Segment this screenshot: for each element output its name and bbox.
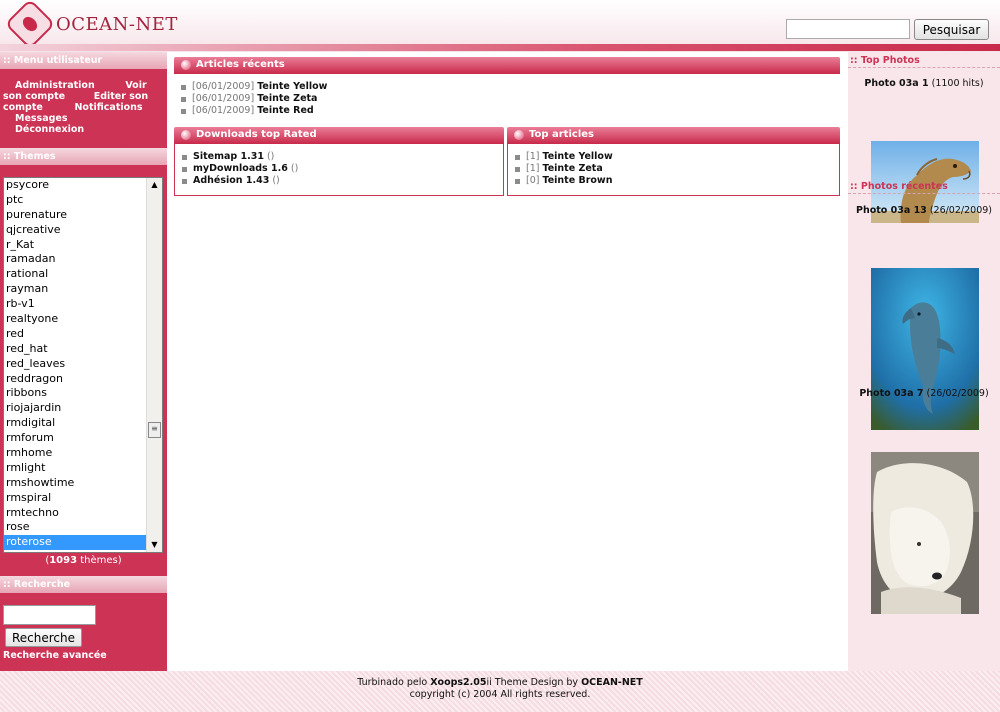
theme-scrollbar[interactable]: ▲ ≡ ▼ <box>146 178 162 552</box>
menu-voir-compte-part1[interactable]: Voir <box>125 80 146 91</box>
theme-option[interactable]: qjcreative <box>4 223 148 238</box>
list-item[interactable]: [1] Teinte Zeta <box>514 163 613 175</box>
list-item[interactable]: Adhésion 1.43 () <box>181 175 298 187</box>
theme-option[interactable]: rb-v1 <box>4 297 148 312</box>
recent-photos-title: :: Photos récentes <box>848 181 1000 194</box>
list-item[interactable]: [06/01/2009] Teinte Yellow <box>180 81 327 93</box>
bullet-icon <box>514 130 524 140</box>
theme-select[interactable]: psycore ptc purenature qjcreative r_Kat ramad… <box>3 177 163 553</box>
list-item[interactable]: [0] Teinte Brown <box>514 175 613 187</box>
scroll-down-icon[interactable]: ▼ <box>147 538 162 552</box>
menu-voir-compte-part2[interactable]: son compte <box>3 91 65 102</box>
list-item[interactable]: [1] Teinte Yellow <box>514 151 613 163</box>
menu-notifications[interactable]: Notifications <box>74 102 142 113</box>
right-sidebar: :: Top Photos Photo 03a 1 (1100 hits) ::… <box>848 52 1000 671</box>
user-menu: Administration Voir son compte Editer so… <box>3 80 163 135</box>
search-input[interactable] <box>3 605 96 625</box>
advanced-search-link[interactable]: Recherche avancée <box>3 650 107 661</box>
theme-option[interactable]: red_leaves <box>4 357 148 372</box>
theme-option[interactable]: psycore <box>4 178 148 193</box>
top-articles-title: Top articles <box>507 127 840 144</box>
theme-option[interactable]: ramadan <box>4 252 148 267</box>
logo-text: OCEAN-NET <box>56 14 178 35</box>
header-search-button[interactable]: Pesquisar <box>914 19 989 40</box>
theme-count-number: 1093 <box>49 555 78 566</box>
list-item[interactable]: [06/01/2009] Teinte Zeta <box>180 93 327 105</box>
menu-editer-compte-part2[interactable]: compte <box>3 102 43 113</box>
footer-line-2: copyright (c) 2004 All rights reserved. <box>409 689 591 700</box>
theme-count: (1093 thèmes) <box>45 555 122 566</box>
top-articles-panel: [1] Teinte Yellow [1] Teinte Zeta [0] Te… <box>507 144 840 196</box>
left-sidebar: :: Menu utilisateur Administration Voir … <box>0 52 167 671</box>
dolphin-photo[interactable] <box>871 268 979 430</box>
header-stripe <box>0 44 1000 51</box>
list-item[interactable]: Sitemap 1.31 () <box>181 151 298 163</box>
search-title: :: Recherche <box>0 576 167 593</box>
xoops-link[interactable]: Xoops2.05 <box>430 677 486 688</box>
theme-option[interactable]: roterose <box>4 535 148 551</box>
logo-icon <box>4 0 56 50</box>
theme-option[interactable]: ptc <box>4 193 148 208</box>
menu-deconnexion[interactable]: Déconnexion <box>15 124 84 135</box>
themes-title: :: Themes <box>0 148 167 165</box>
top-photo-caption[interactable]: Photo 03a 1 (1100 hits) <box>848 78 1000 89</box>
header-search-input[interactable] <box>786 19 910 39</box>
theme-option[interactable]: rose <box>4 520 148 535</box>
polar-bear-photo[interactable] <box>871 452 979 614</box>
bullet-icon <box>181 60 191 70</box>
theme-list: psycore ptc purenature qjcreative r_Kat ramad… <box>4 178 148 551</box>
scroll-thumb[interactable]: ≡ <box>148 422 161 438</box>
top-photos-title: :: Top Photos <box>848 55 1000 68</box>
theme-option[interactable]: reddragon <box>4 372 148 387</box>
brand-link[interactable]: OCEAN-NET <box>581 677 643 688</box>
theme-option[interactable]: red <box>4 327 148 342</box>
theme-option[interactable]: rmdigital <box>4 416 148 431</box>
top-articles-list: [1] Teinte Yellow [1] Teinte Zeta [0] Te… <box>514 151 613 187</box>
theme-option[interactable]: rmforum <box>4 431 148 446</box>
downloads-title: Downloads top Rated <box>174 127 504 144</box>
header: OCEAN-NET Pesquisar <box>0 0 1000 52</box>
theme-option[interactable]: r_Kat <box>4 238 148 253</box>
downloads-panel: Sitemap 1.31 () myDownloads 1.6 () Adhés… <box>174 144 504 196</box>
theme-option[interactable]: rmhome <box>4 446 148 461</box>
theme-option[interactable]: rmtechno <box>4 506 148 521</box>
footer-line-1: Turbinado pelo Xoops2.05ii Theme Design … <box>357 677 643 688</box>
theme-option[interactable]: rmshowtime <box>4 476 148 491</box>
footer-text: Turbinado pelo Xoops2.05ii Theme Design … <box>0 677 1000 701</box>
recent-photo-caption[interactable]: Photo 03a 7 (26/02/2009) <box>848 388 1000 399</box>
theme-option[interactable]: rmspiral <box>4 491 148 506</box>
menu-editer-compte-part1[interactable]: Editer son <box>94 91 148 102</box>
list-item[interactable]: myDownloads 1.6 () <box>181 163 298 175</box>
recent-photo-caption[interactable]: Photo 03a 13 (26/02/2009) <box>848 205 1000 216</box>
site-logo[interactable]: OCEAN-NET <box>4 0 188 50</box>
footer: Turbinado pelo Xoops2.05ii Theme Design … <box>0 671 1000 712</box>
theme-option[interactable]: red_hat <box>4 342 148 357</box>
theme-option[interactable]: riojajardin <box>4 401 148 416</box>
list-item[interactable]: [06/01/2009] Teinte Red <box>180 105 327 117</box>
recent-articles-list: [06/01/2009] Teinte Yellow [06/01/2009] … <box>180 81 327 117</box>
scroll-up-icon[interactable]: ▲ <box>147 178 162 192</box>
bullet-icon <box>181 130 191 140</box>
downloads-list: Sitemap 1.31 () myDownloads 1.6 () Adhés… <box>181 151 298 187</box>
theme-option[interactable]: rayman <box>4 282 148 297</box>
recent-articles-title: Articles récents <box>174 57 840 74</box>
search-button[interactable]: Recherche <box>5 628 82 647</box>
theme-option[interactable]: realtyone <box>4 312 148 327</box>
menu-messages[interactable]: Messages <box>15 113 68 124</box>
theme-option[interactable]: purenature <box>4 208 148 223</box>
main-content: Articles récents [06/01/2009] Teinte Yel… <box>167 52 848 671</box>
menu-administration[interactable]: Administration <box>15 80 95 91</box>
theme-option[interactable]: rational <box>4 267 148 282</box>
user-menu-title: :: Menu utilisateur <box>0 52 167 69</box>
theme-option[interactable]: rmlight <box>4 461 148 476</box>
theme-option[interactable]: ribbons <box>4 386 148 401</box>
